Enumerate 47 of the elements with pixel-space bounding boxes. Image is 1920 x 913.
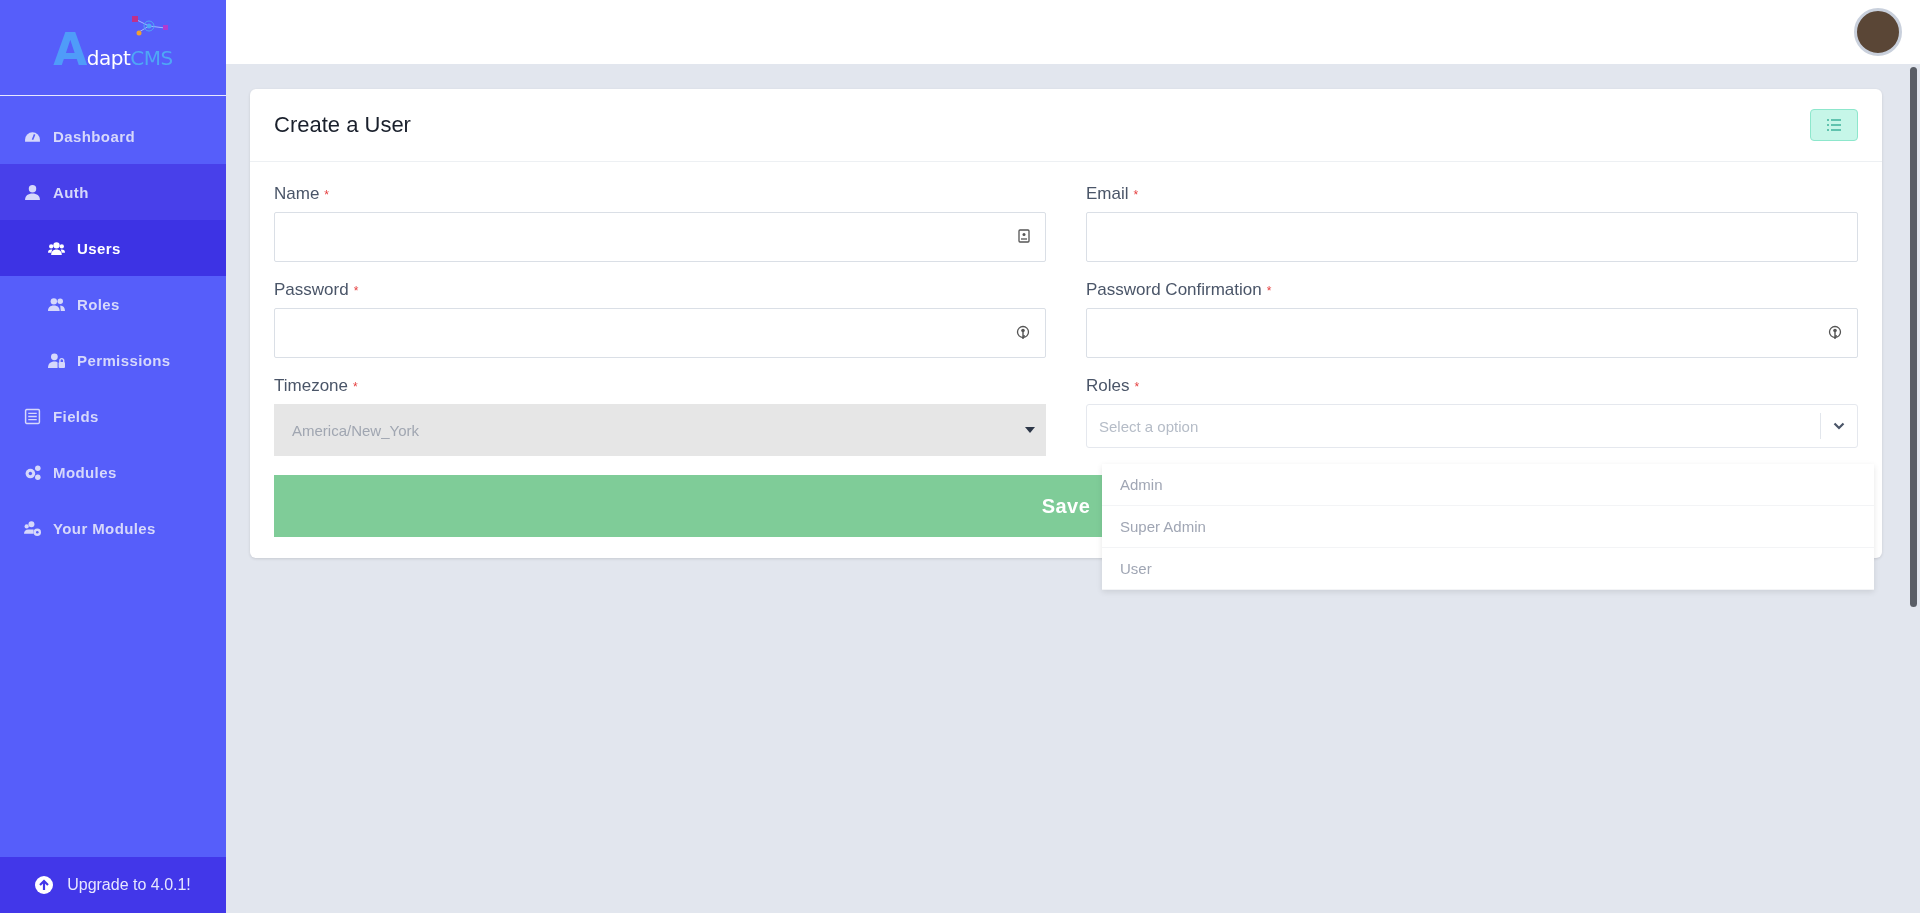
key-icon — [1828, 325, 1842, 341]
required-mark: * — [353, 380, 358, 394]
multiselect-field[interactable]: Select a option — [1086, 404, 1858, 448]
text-field[interactable] — [274, 212, 1046, 262]
users-gear-icon — [24, 519, 41, 537]
field-label: Timezone — [274, 376, 348, 396]
avatar[interactable] — [1854, 8, 1902, 56]
list-icon — [1827, 119, 1841, 131]
sidebar-item[interactable]: Dashboard — [0, 108, 226, 164]
contact-card-icon — [1018, 229, 1030, 243]
text-field[interactable] — [1086, 212, 1858, 262]
list-icon — [24, 407, 41, 425]
sidebar-item[interactable]: Modules — [0, 444, 226, 500]
sidebar-item[interactable]: Fields — [0, 388, 226, 444]
field-label: Name — [274, 184, 320, 204]
field-label: Roles — [1086, 376, 1130, 396]
key-icon — [1016, 325, 1030, 341]
password-field[interactable] — [1086, 308, 1858, 358]
required-mark: * — [1134, 380, 1140, 394]
caret-icon — [1025, 427, 1035, 433]
field-label: Email — [1086, 184, 1129, 204]
required-mark: * — [1133, 188, 1139, 202]
sidebar-item[interactable]: Your Modules — [0, 500, 226, 556]
upgrade-link[interactable]: Upgrade to 4.0.1! — [0, 857, 226, 913]
sidebar-item[interactable]: Auth — [0, 164, 226, 220]
card-title: Create a User — [274, 112, 411, 138]
user-icon — [24, 183, 41, 201]
field-label: Password Confirmation — [1086, 280, 1262, 300]
field-label: Password — [274, 280, 349, 300]
user-lock-icon — [48, 351, 65, 369]
required-mark: * — [1266, 284, 1272, 298]
required-mark: * — [353, 284, 359, 298]
users-icon — [48, 239, 65, 257]
list-button[interactable] — [1810, 109, 1858, 141]
sidebar-item[interactable]: Roles — [0, 276, 226, 332]
arrow-up-circle-icon — [35, 876, 54, 894]
dropdown-option[interactable]: Super Admin — [1102, 506, 1874, 548]
sidebar-item[interactable]: Permissions — [0, 332, 226, 388]
sidebar-item[interactable]: Users — [0, 220, 226, 276]
users-icon — [48, 295, 65, 313]
chevron-down-icon — [1833, 422, 1845, 430]
logo: AdaptCMS — [53, 27, 173, 72]
gears-icon — [24, 463, 41, 481]
dropdown-option[interactable]: User — [1102, 548, 1874, 590]
required-mark: * — [324, 188, 330, 202]
dropdown-option[interactable]: Admin — [1102, 464, 1874, 506]
password-field[interactable] — [274, 308, 1046, 358]
